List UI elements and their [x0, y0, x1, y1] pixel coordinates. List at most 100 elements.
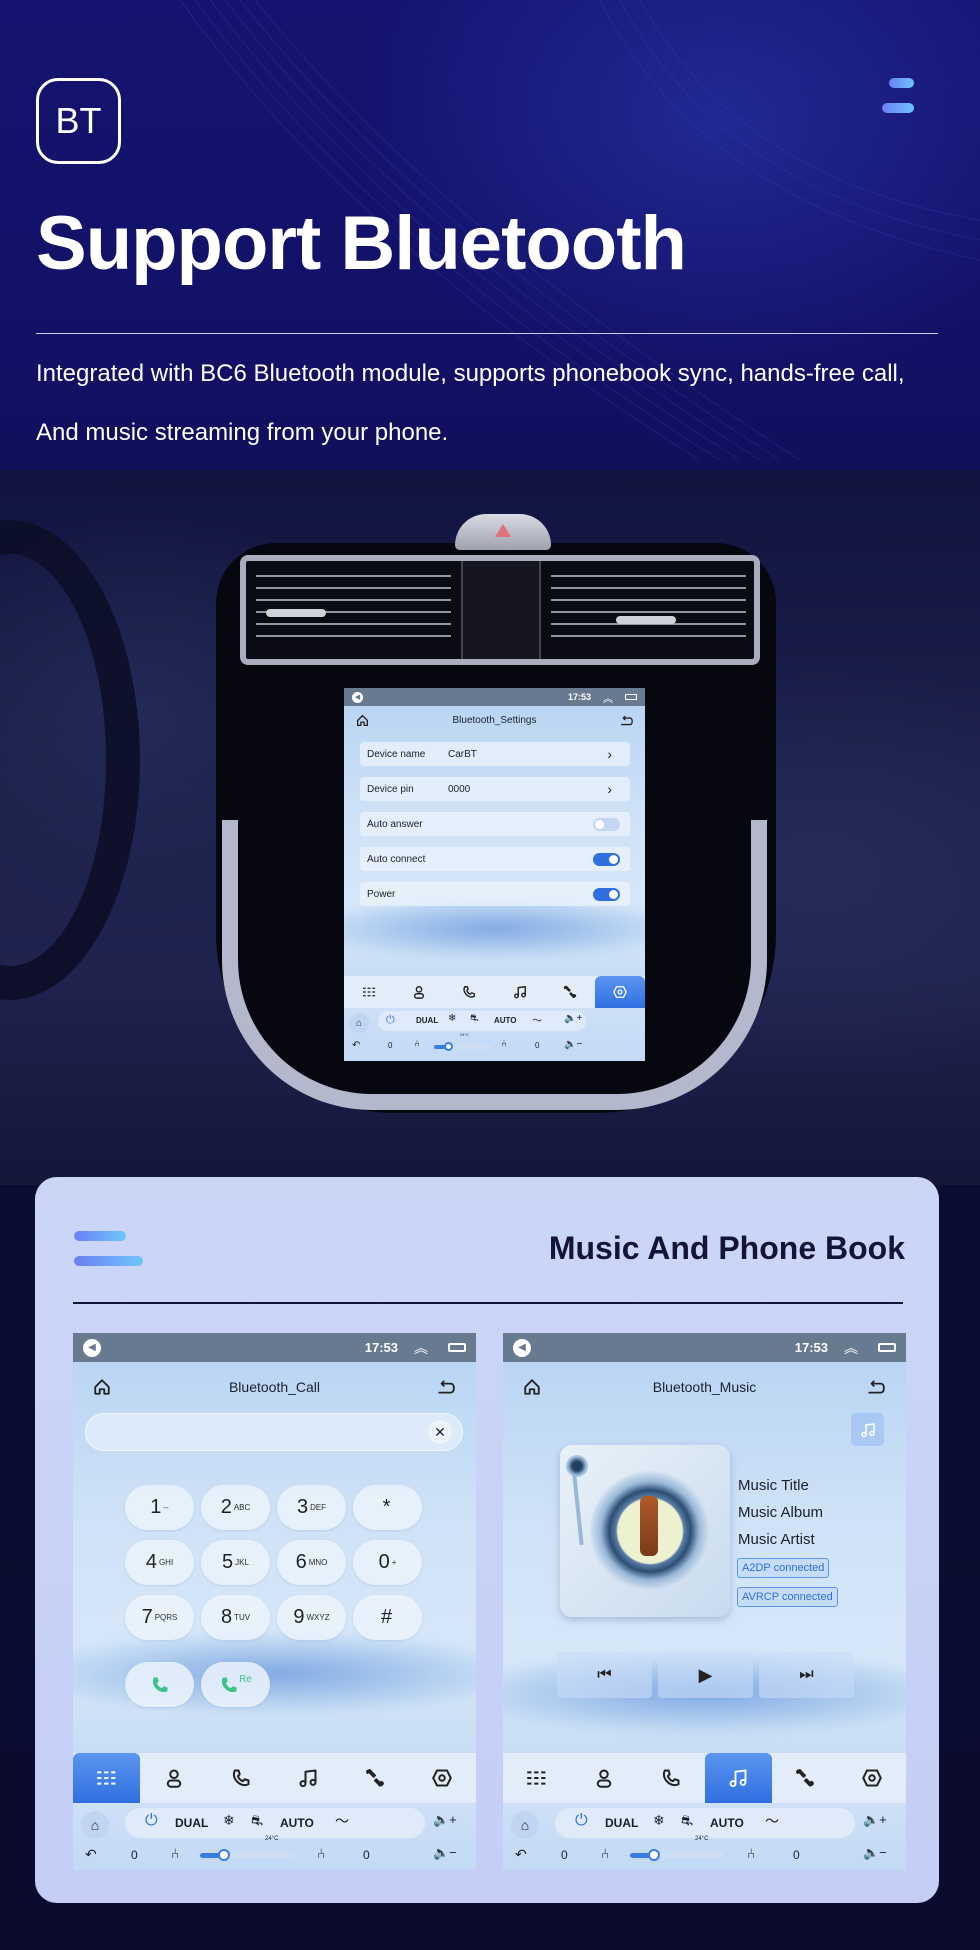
tab-music[interactable] — [704, 1753, 772, 1803]
key-0[interactable]: 0 + — [353, 1540, 422, 1585]
key-7[interactable]: 7 PQRS — [125, 1595, 194, 1640]
airflow-icon[interactable]: 〜 — [335, 1811, 349, 1831]
back-arrow-icon[interactable]: ↶ — [352, 1040, 360, 1051]
recirculation-icon[interactable]: ⛐ — [681, 1812, 693, 1831]
home-filled-icon[interactable]: ⌂ — [349, 1013, 369, 1033]
seat-heat-icon[interactable]: ⑃ — [501, 1039, 507, 1050]
dual-button[interactable]: DUAL — [175, 1816, 208, 1830]
tab-contacts[interactable] — [140, 1753, 207, 1803]
auto-connect-toggle[interactable] — [593, 853, 620, 866]
chevron-up-icon[interactable]: ︽ — [414, 1338, 428, 1358]
tab-settings[interactable] — [409, 1753, 476, 1803]
music-source-button[interactable] — [851, 1413, 884, 1446]
play-button[interactable]: ▶ — [658, 1652, 753, 1698]
chevron-up-icon[interactable]: ︽ — [844, 1338, 858, 1358]
slider-knob[interactable] — [647, 1849, 660, 1861]
tab-dialpad[interactable] — [344, 976, 394, 1008]
recirculation-icon[interactable]: ⛐ — [470, 1013, 479, 1026]
next-track-button[interactable]: ⏭ — [759, 1652, 854, 1698]
menu-icon[interactable] — [882, 78, 914, 113]
redial-button[interactable]: Re — [201, 1662, 270, 1707]
seat-heat-icon[interactable]: ⑃ — [317, 1845, 325, 1861]
tab-music[interactable] — [495, 976, 545, 1008]
recent-apps-icon[interactable] — [878, 1343, 896, 1352]
tab-call-log[interactable] — [637, 1753, 704, 1803]
tab-link[interactable] — [772, 1753, 839, 1803]
tab-link[interactable] — [545, 976, 595, 1008]
seat-icon[interactable]: ⑃ — [601, 1845, 609, 1861]
slider-knob[interactable] — [444, 1042, 453, 1051]
volume-down-icon[interactable]: 🔈− — [433, 1845, 457, 1861]
previous-track-button[interactable]: ⏮ — [557, 1652, 652, 1698]
key-9[interactable]: 9 WXYZ — [277, 1595, 346, 1640]
key-2[interactable]: 2 ABC — [201, 1485, 270, 1530]
ac-power-icon[interactable]: ⏻ — [575, 1812, 588, 1830]
back-arrow-icon[interactable]: ↶ — [85, 1846, 97, 1863]
auto-answer-toggle[interactable] — [593, 818, 620, 831]
key-star[interactable]: * — [353, 1485, 422, 1530]
bottom-tab-bar — [344, 976, 645, 1008]
tab-dialpad[interactable] — [503, 1753, 570, 1803]
snowflake-icon[interactable]: ❄ — [223, 1812, 235, 1829]
key-5[interactable]: 5 JKL — [201, 1540, 270, 1585]
key-8[interactable]: 8 TUV — [201, 1595, 270, 1640]
chevron-up-icon[interactable]: ︽ — [603, 690, 613, 705]
setting-device-name[interactable]: Device name CarBT › — [360, 742, 630, 766]
back-circle-icon[interactable]: ◀ — [352, 691, 363, 703]
tab-contacts[interactable] — [570, 1753, 637, 1803]
tab-call-log[interactable] — [444, 976, 494, 1008]
dual-button[interactable]: DUAL — [416, 1016, 438, 1025]
phone-icon — [232, 1769, 250, 1787]
auto-button[interactable]: AUTO — [494, 1016, 517, 1025]
fan-speed-slider[interactable] — [630, 1849, 724, 1861]
dial-input[interactable]: ✕ — [85, 1413, 463, 1451]
snowflake-icon[interactable]: ❄ — [653, 1812, 665, 1829]
slider-knob[interactable] — [217, 1849, 230, 1861]
back-circle-icon[interactable]: ◀ — [83, 1338, 101, 1357]
fan-speed-slider[interactable] — [200, 1849, 294, 1861]
clear-icon[interactable]: ✕ — [428, 1420, 452, 1444]
seat-icon[interactable]: ⑃ — [171, 1845, 179, 1861]
dual-button[interactable]: DUAL — [605, 1816, 638, 1830]
tab-dialpad[interactable] — [73, 1753, 141, 1803]
key-hash[interactable]: # — [353, 1595, 422, 1640]
home-filled-icon[interactable]: ⌂ — [511, 1811, 539, 1839]
tab-settings[interactable] — [839, 1753, 906, 1803]
tab-music[interactable] — [275, 1753, 342, 1803]
climate-bar: ⌂ ⏻ DUAL ❄ ⛐ AUTO 〜 🔈+ 24°C ↶ 0 ⑃ ⑃ 0 🔈− — [503, 1803, 906, 1870]
call-button[interactable] — [125, 1662, 194, 1707]
seat-icon[interactable]: ⑃ — [414, 1039, 420, 1050]
back-circle-icon[interactable]: ◀ — [513, 1338, 531, 1357]
tab-contacts[interactable] — [394, 976, 444, 1008]
tab-call-log[interactable] — [207, 1753, 274, 1803]
dialpad-icon — [526, 1771, 545, 1785]
recent-apps-icon[interactable] — [625, 694, 637, 700]
seat-heat-icon[interactable]: ⑃ — [747, 1845, 755, 1861]
ac-power-icon[interactable]: ⏻ — [145, 1812, 158, 1830]
auto-button[interactable]: AUTO — [710, 1816, 744, 1830]
volume-up-icon[interactable]: 🔈+ — [863, 1812, 887, 1828]
volume-down-icon[interactable]: 🔈− — [863, 1845, 887, 1861]
volume-up-icon[interactable]: 🔈+ — [564, 1013, 582, 1024]
ac-power-icon[interactable]: ⏻ — [386, 1014, 395, 1027]
fan-speed-slider[interactable] — [434, 1042, 492, 1051]
airflow-icon[interactable]: 〜 — [765, 1811, 779, 1831]
tab-link[interactable] — [342, 1753, 409, 1803]
back-arrow-icon[interactable]: ↶ — [515, 1846, 527, 1863]
airflow-icon[interactable]: 〜 — [532, 1012, 542, 1027]
setting-device-pin[interactable]: Device pin 0000 › — [360, 777, 630, 801]
snowflake-icon[interactable]: ❄ — [448, 1013, 456, 1024]
recent-apps-icon[interactable] — [448, 1343, 466, 1352]
power-toggle[interactable] — [593, 888, 620, 901]
recirculation-icon[interactable]: ⛐ — [251, 1812, 263, 1831]
key-4[interactable]: 4 GHI — [125, 1540, 194, 1585]
home-filled-icon[interactable]: ⌂ — [81, 1811, 109, 1839]
volume-down-icon[interactable]: 🔈− — [564, 1039, 582, 1050]
key-1[interactable]: 1 -- — [125, 1485, 194, 1530]
volume-up-icon[interactable]: 🔈+ — [433, 1812, 457, 1828]
phone-icon — [463, 986, 476, 998]
key-3[interactable]: 3 DEF — [277, 1485, 346, 1530]
auto-button[interactable]: AUTO — [280, 1816, 314, 1830]
tab-settings[interactable] — [594, 976, 645, 1008]
key-6[interactable]: 6 MNO — [277, 1540, 346, 1585]
